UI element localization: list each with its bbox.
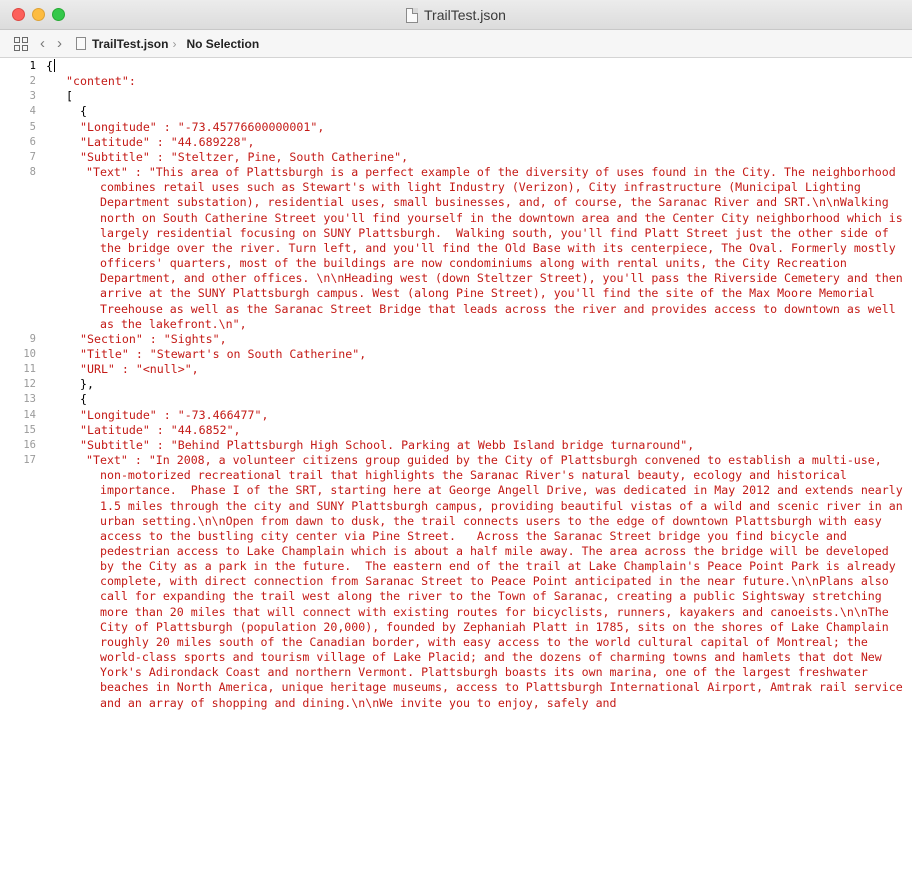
line-number: 9 bbox=[29, 332, 36, 345]
code-text: { bbox=[80, 104, 87, 119]
code-text: { bbox=[80, 392, 87, 407]
line-number: 8 bbox=[29, 166, 36, 179]
line-number: 12 bbox=[23, 378, 36, 391]
line-number: 15 bbox=[23, 423, 36, 436]
code-line[interactable]: 15 "Latitude" : "44.6852", bbox=[0, 423, 912, 438]
window-title: TrailTest.json bbox=[0, 0, 912, 30]
code-line[interactable]: 12}, bbox=[0, 377, 912, 392]
line-number: 5 bbox=[29, 120, 36, 133]
code-editor[interactable]: 1{2 "content": 3[4{5 "Longitude" : "-73.457… bbox=[0, 59, 912, 875]
file-icon bbox=[76, 37, 86, 50]
code-line[interactable]: 17 "Text" : "In 2008, a volunteer citizen… bbox=[0, 453, 912, 711]
line-number: 2 bbox=[29, 75, 36, 88]
breadcrumb-selection[interactable]: No Selection bbox=[186, 37, 259, 51]
code-text: { bbox=[46, 59, 55, 73]
code-text: "Longitude" : "-73.45776600000001", bbox=[80, 119, 325, 134]
code-line[interactable]: 13 { bbox=[0, 392, 912, 407]
code-text: "Subtitle" : "Steltzer, Pine, South Cath… bbox=[80, 149, 409, 164]
code-text: "Section" : "Sights", bbox=[80, 331, 227, 346]
code-line[interactable]: 8 "Text" : "This area of Plattsburgh is a… bbox=[0, 165, 912, 332]
code-line[interactable]: 6 "Latitude" : "44.689228", bbox=[0, 135, 912, 150]
text-cursor bbox=[53, 59, 55, 72]
code-text: "Subtitle" : "Behind Plattsburgh High Sc… bbox=[80, 437, 695, 452]
line-number: 13 bbox=[23, 393, 36, 406]
related-items-grid-icon[interactable] bbox=[14, 36, 28, 51]
code-line[interactable]: 3[ bbox=[0, 89, 912, 104]
line-number: 3 bbox=[29, 90, 36, 103]
code-line[interactable]: 11 "URL" : "<null>", bbox=[0, 362, 912, 377]
code-text: }, bbox=[80, 377, 94, 392]
code-line[interactable]: 5 "Longitude" : "-73.45776600000001", bbox=[0, 120, 912, 135]
line-number: 1 bbox=[29, 60, 36, 72]
line-number: 6 bbox=[29, 135, 36, 148]
line-number: 10 bbox=[23, 347, 36, 360]
line-number: 17 bbox=[23, 454, 36, 467]
code-text: "Text" : "This area of Plattsburgh is a … bbox=[86, 165, 910, 331]
code-text: "Title" : "Stewart's on South Catherine"… bbox=[80, 346, 367, 361]
forward-chevron-icon[interactable]: › bbox=[57, 35, 62, 52]
line-number: 4 bbox=[29, 105, 36, 118]
line-number: 7 bbox=[29, 150, 36, 163]
breadcrumb-file[interactable]: TrailTest.json bbox=[92, 37, 168, 51]
document-icon bbox=[406, 7, 419, 23]
jump-bar: ‹ › TrailTest.json › No Selection bbox=[0, 30, 912, 58]
line-number: 14 bbox=[23, 408, 36, 421]
code-line[interactable]: 2 "content": bbox=[0, 74, 912, 89]
title-bar: TrailTest.json bbox=[0, 0, 912, 30]
code-line[interactable]: 7 "Subtitle" : "Steltzer, Pine, South Cat… bbox=[0, 150, 912, 165]
code-text: [ bbox=[66, 89, 73, 104]
window-title-text: TrailTest.json bbox=[424, 7, 506, 23]
code-line[interactable]: 1{ bbox=[0, 59, 912, 74]
code-line[interactable]: 10 "Title" : "Stewart's on South Catherin… bbox=[0, 347, 912, 362]
code-line[interactable]: 16 "Subtitle" : "Behind Plattsburgh High … bbox=[0, 438, 912, 453]
back-chevron-icon[interactable]: ‹ bbox=[40, 35, 45, 52]
line-number: 16 bbox=[23, 438, 36, 451]
code-text: "content": bbox=[66, 74, 136, 89]
code-line[interactable]: 14 "Longitude" : "-73.466477", bbox=[0, 408, 912, 423]
code-text: "Latitude" : "44.689228", bbox=[80, 134, 255, 149]
code-line[interactable]: 4{ bbox=[0, 104, 912, 119]
code-text: "URL" : "<null>", bbox=[80, 362, 199, 377]
code-line[interactable]: 9 "Section" : "Sights", bbox=[0, 332, 912, 347]
breadcrumb-separator-icon: › bbox=[172, 36, 177, 51]
code-text: "Latitude" : "44.6852", bbox=[80, 422, 241, 437]
code-text: "Text" : "In 2008, a volunteer citizens … bbox=[86, 453, 910, 710]
code-text: "Longitude" : "-73.466477", bbox=[80, 407, 269, 422]
line-number: 11 bbox=[23, 363, 36, 376]
